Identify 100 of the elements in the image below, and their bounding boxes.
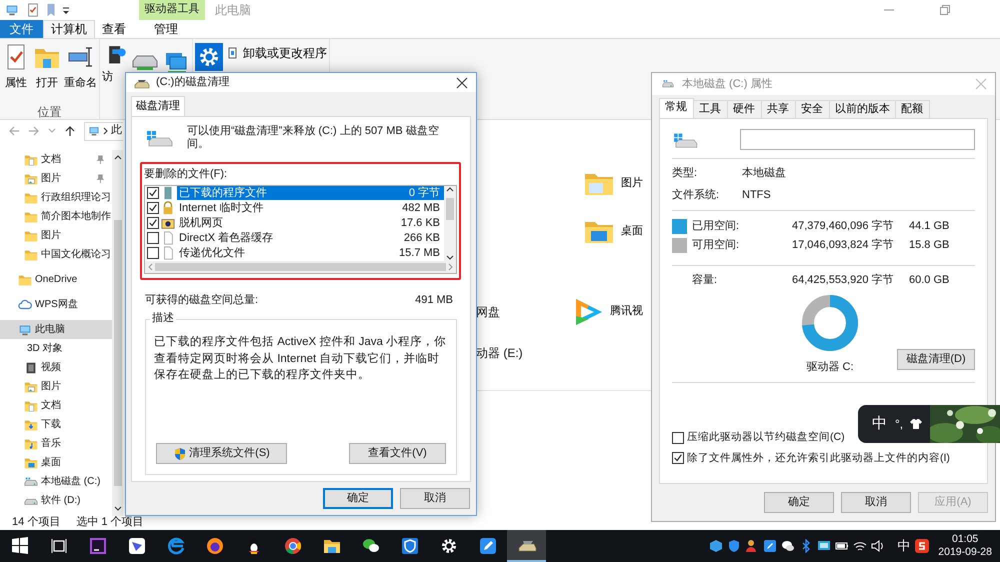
nav-item[interactable]: 文档	[0, 150, 112, 169]
nav-label: 图片	[41, 230, 61, 242]
checkbox[interactable]	[147, 232, 159, 244]
dialog-tab[interactable]: 常规	[659, 98, 694, 118]
dialog-tab[interactable]: 配额	[895, 100, 930, 118]
list-row[interactable]: 传递优化文件 15.7 MB	[145, 246, 444, 261]
scroll-thumb[interactable]	[155, 262, 446, 271]
description-text: 已下载的程序文件包括 ActiveX 控件和 Java 小程序，你查看特定网页时将会从 Internet 自动下载它们，并临时保存在硬盘上的已下载的程序文件夹中。	[154, 334, 448, 384]
address-bar[interactable]: 此	[84, 122, 123, 140]
folder-icon	[24, 210, 38, 224]
ribbon-button[interactable]: 属性	[2, 43, 30, 105]
taskbar-button[interactable]	[507, 530, 546, 562]
offline-pages-icon	[161, 216, 175, 230]
pin-icon[interactable]	[95, 174, 104, 183]
downloads-folder-icon	[24, 418, 38, 432]
scroll-down-icon[interactable]	[114, 506, 122, 512]
nav-item[interactable]: 简介图本地制作	[0, 207, 112, 226]
checkbox[interactable]	[147, 187, 159, 200]
file-name: DirectX 着色器缓存	[179, 232, 274, 245]
nav-item[interactable]: OneDrive	[0, 270, 112, 289]
nav-item[interactable]: 行政组织理论习	[0, 188, 112, 207]
input-method-icon[interactable]	[914, 538, 930, 554]
ribbon-tab[interactable]: 计算机	[43, 20, 95, 38]
punctuation-mode[interactable]: °,	[895, 416, 910, 432]
settings-icon[interactable]	[195, 43, 223, 71]
nav-label: 文档	[41, 154, 61, 166]
scroll-thumb[interactable]	[446, 198, 454, 220]
dialog-button[interactable]: 取消	[841, 492, 911, 513]
note-icon[interactable]	[763, 539, 778, 553]
nav-item[interactable]: 下载	[0, 415, 112, 434]
dialog-tab[interactable]: 磁盘清理	[131, 96, 185, 116]
ribbon-tab[interactable]: 管理	[133, 20, 199, 38]
ribbon-button[interactable]: 重命名	[64, 43, 97, 105]
ime-toolbar[interactable]: 中 °,	[858, 405, 1000, 443]
dialog-button[interactable]: 清理系统文件(S)	[156, 443, 287, 464]
ribbon-tab[interactable]: 查看	[95, 20, 133, 38]
nav-label: 视频	[41, 362, 61, 374]
properties-icon[interactable]	[26, 3, 40, 17]
nav-item[interactable]: 图片	[0, 377, 112, 396]
cube-icon[interactable]	[709, 539, 724, 553]
nav-item[interactable]: 视频	[0, 358, 112, 377]
chat-icon[interactable]	[781, 539, 796, 553]
close-icon[interactable]	[456, 76, 468, 89]
ime-indicator[interactable]: 中	[897, 538, 910, 554]
checkbox[interactable]	[147, 202, 159, 214]
nav-label: 此电脑	[35, 324, 65, 336]
dialog-button[interactable]: 确定	[764, 492, 834, 513]
scroll-thumb[interactable]	[114, 220, 122, 486]
nav-item[interactable]: WPS网盘	[0, 295, 112, 314]
shield-icon[interactable]	[727, 539, 742, 553]
wifi-icon[interactable]	[853, 539, 868, 553]
scroll-up-icon[interactable]	[114, 154, 122, 160]
nav-item[interactable]: 桌面	[0, 453, 112, 472]
list-row[interactable]: 脱机网页 17.6 KB	[145, 216, 444, 231]
dropdown-icon[interactable]	[62, 6, 70, 14]
file-tile[interactable]: 图片	[583, 168, 643, 200]
display-icon[interactable]	[817, 539, 832, 553]
clock[interactable]: 01:05 2019-09-28	[934, 532, 1000, 560]
volume-icon[interactable]	[871, 539, 886, 553]
scrollbar[interactable]	[444, 186, 456, 261]
name-field[interactable]	[740, 129, 975, 150]
nav-item[interactable]: 图片	[0, 226, 112, 245]
list-row[interactable]: DirectX 着色器缓存 266 KB	[145, 230, 444, 246]
file-tile[interactable]: 桌面	[583, 216, 643, 248]
scrollbar[interactable]	[112, 150, 123, 516]
nav-item[interactable]: 中国文化概论习	[0, 245, 112, 264]
scrollbar[interactable]	[145, 260, 456, 273]
computer-icon	[18, 322, 32, 336]
ribbon-link[interactable]: 卸载或更改程序	[227, 46, 327, 60]
file-size: 0 字节	[408, 186, 441, 200]
disk-cleanup-button[interactable]: 磁盘清理(D)	[897, 349, 975, 370]
nav-item[interactable]: 本地磁盘 (C:)	[0, 472, 112, 491]
checkbox[interactable]	[147, 247, 159, 260]
note-icon	[478, 536, 498, 556]
nav-item[interactable]: 3D 对象	[0, 339, 112, 358]
dialog-button[interactable]: 确定	[323, 488, 393, 509]
dialog-button[interactable]: 取消	[400, 488, 470, 509]
scroll-up-icon[interactable]	[446, 186, 454, 192]
restore-icon[interactable]	[940, 5, 950, 15]
nav-label: 图片	[41, 172, 61, 184]
nav-item[interactable]: 此电脑	[0, 320, 112, 339]
checkbox[interactable]	[147, 217, 159, 230]
nav-item[interactable]: 音乐	[0, 434, 112, 453]
nav-item[interactable]: 软件 (D:)	[0, 491, 112, 510]
file-list[interactable]: 已下载的程序文件 0 字节 Internet 临时文件 482 MB 脱机网页 17.6 KB DirectX 着色器缓存 266 KB 传递优化文件 15.7 MB	[144, 184, 457, 274]
file-tile[interactable]: 腾讯视	[572, 296, 643, 328]
ime-mode[interactable]: 中	[858, 415, 895, 433]
scroll-down-icon[interactable]	[446, 254, 454, 261]
checkbox[interactable]	[672, 432, 684, 444]
skin-icon[interactable]	[909, 418, 924, 430]
nav-item[interactable]: 图片	[0, 169, 112, 188]
nav-item[interactable]: 文档	[0, 396, 112, 415]
dialog-button[interactable]: 查看文件(V)	[349, 443, 446, 464]
ribbon-tab[interactable]: 文件	[0, 20, 43, 38]
up-icon[interactable]	[64, 125, 76, 137]
list-row[interactable]: Internet 临时文件 482 MB	[145, 200, 444, 216]
pin-icon[interactable]	[95, 155, 104, 164]
byte-count: 47,379,460,096 字节	[792, 220, 895, 233]
ribbon-button[interactable]: 打开	[33, 43, 61, 105]
checkbox[interactable]	[672, 452, 684, 464]
